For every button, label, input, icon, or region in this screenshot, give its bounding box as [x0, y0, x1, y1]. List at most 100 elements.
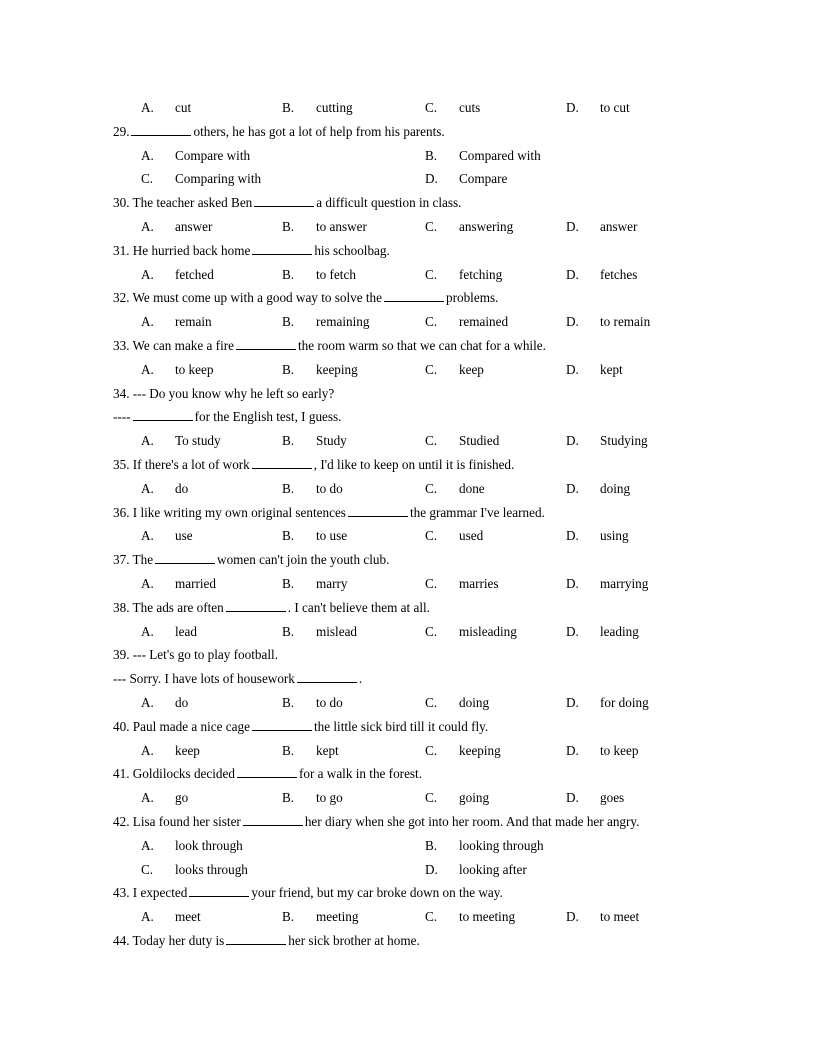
answer-blank[interactable]: [225, 598, 286, 612]
option-b[interactable]: B. to answer: [282, 215, 367, 239]
option-b[interactable]: B. remaining: [282, 310, 369, 334]
answer-blank[interactable]: [347, 503, 408, 517]
option-c[interactable]: C. going: [425, 786, 489, 810]
option-a[interactable]: A. Compare with: [141, 144, 250, 168]
option-d[interactable]: D. Compare: [425, 167, 507, 191]
option-d[interactable]: D. Studying: [566, 429, 648, 453]
option-b[interactable]: B. meeting: [282, 905, 358, 929]
answer-blank[interactable]: [251, 717, 312, 731]
option-a[interactable]: A. fetched: [141, 263, 214, 287]
option-c[interactable]: C. used: [425, 524, 483, 548]
answer-blank[interactable]: [236, 336, 296, 350]
answer-blank[interactable]: [236, 765, 297, 779]
answer-blank[interactable]: [296, 670, 357, 684]
option-d[interactable]: D. to cut: [566, 96, 630, 120]
option-a[interactable]: A. To study: [141, 429, 221, 453]
option-d[interactable]: D. kept: [566, 358, 623, 382]
option-b-label: B.: [282, 433, 295, 449]
answer-blank[interactable]: [254, 194, 315, 208]
option-c[interactable]: C. answering: [425, 215, 513, 239]
option-b-label: B.: [425, 147, 438, 163]
answer-blank[interactable]: [189, 884, 250, 898]
option-a[interactable]: A. meet: [141, 905, 201, 929]
option-b[interactable]: B. Study: [282, 429, 347, 453]
option-c[interactable]: C. done: [425, 477, 485, 501]
option-b[interactable]: B. kept: [282, 739, 339, 763]
answer-blank[interactable]: [132, 408, 193, 422]
option-a-text: meet: [175, 909, 201, 925]
option-a[interactable]: A. go: [141, 786, 188, 810]
option-a[interactable]: A. cut: [141, 96, 191, 120]
option-b-label: B.: [425, 837, 438, 853]
option-d[interactable]: D. doing: [566, 477, 630, 501]
answer-blank[interactable]: [251, 455, 312, 469]
option-a[interactable]: A. married: [141, 572, 216, 596]
option-a[interactable]: A. use: [141, 524, 193, 548]
option-b-text: mislead: [316, 623, 358, 639]
option-a[interactable]: A. to keep: [141, 358, 213, 382]
option-d[interactable]: D. answer: [566, 215, 637, 239]
option-a-text: lead: [175, 623, 197, 639]
option-a[interactable]: A. do: [141, 477, 188, 501]
option-d[interactable]: D. fetches: [566, 263, 637, 287]
answer-blank[interactable]: [226, 931, 287, 945]
option-b[interactable]: B. to fetch: [282, 263, 356, 287]
option-c-text: fetching: [459, 266, 503, 282]
option-c[interactable]: C. doing: [425, 691, 489, 715]
option-c[interactable]: C. keep: [425, 358, 484, 382]
option-d[interactable]: D. for doing: [566, 691, 649, 715]
option-b[interactable]: B. marry: [282, 572, 348, 596]
option-d[interactable]: D. to remain: [566, 310, 650, 334]
option-b[interactable]: B. to do: [282, 691, 343, 715]
option-d[interactable]: D. marrying: [566, 572, 648, 596]
option-a[interactable]: A. lead: [141, 620, 197, 644]
option-d[interactable]: D. leading: [566, 620, 639, 644]
question-stem: 30. The teacher asked Ben a difficult que…: [113, 191, 707, 215]
option-b[interactable]: B. to use: [282, 524, 347, 548]
option-a[interactable]: A. look through: [141, 834, 243, 858]
option-b[interactable]: B. to do: [282, 477, 343, 501]
answer-blank[interactable]: [155, 551, 216, 565]
option-a[interactable]: A. keep: [141, 739, 200, 763]
option-c[interactable]: C. Studied: [425, 429, 499, 453]
answer-blank[interactable]: [242, 812, 303, 826]
option-a-label: A.: [141, 433, 154, 449]
option-d[interactable]: D. to meet: [566, 905, 639, 929]
option-b[interactable]: B. Compared with: [425, 144, 541, 168]
option-c[interactable]: C. keeping: [425, 739, 501, 763]
option-c[interactable]: C. Comparing with: [141, 167, 261, 191]
option-c[interactable]: C. marries: [425, 572, 499, 596]
answer-blank[interactable]: [384, 289, 444, 303]
option-a[interactable]: A. answer: [141, 215, 212, 239]
question-stem: 29. others, he has got a lot of help from…: [113, 120, 707, 144]
option-d-label: D.: [566, 218, 579, 234]
option-c-text: marries: [459, 575, 499, 591]
option-c[interactable]: C. remained: [425, 310, 508, 334]
option-b[interactable]: B. to go: [282, 786, 343, 810]
option-a-text: do: [175, 694, 189, 710]
option-a[interactable]: A. remain: [141, 310, 212, 334]
option-c[interactable]: C. looks through: [141, 858, 248, 882]
question-stem-pre: 29.: [113, 123, 130, 139]
option-d[interactable]: D. to keep: [566, 739, 638, 763]
option-c-text: used: [459, 528, 484, 544]
option-c[interactable]: C. misleading: [425, 620, 517, 644]
option-a-text: do: [175, 480, 189, 496]
option-d[interactable]: D. looking after: [425, 858, 527, 882]
options-row: A. go B. to go C. going D. goes: [113, 786, 707, 810]
answer-blank[interactable]: [131, 122, 192, 136]
options-row: A. keep B. kept C. keeping D. to keep: [113, 739, 707, 763]
option-c[interactable]: C. fetching: [425, 263, 502, 287]
option-b[interactable]: B. mislead: [282, 620, 357, 644]
option-b[interactable]: B. cutting: [282, 96, 353, 120]
option-b[interactable]: B. looking through: [425, 834, 544, 858]
option-b[interactable]: B. keeping: [282, 358, 358, 382]
option-d[interactable]: D. using: [566, 524, 629, 548]
option-c-label: C.: [425, 100, 438, 115]
option-c[interactable]: C. cuts: [425, 96, 480, 120]
reply-post: for the English test, I guess.: [194, 409, 342, 425]
option-c[interactable]: C. to meeting: [425, 905, 515, 929]
option-d[interactable]: D. goes: [566, 786, 624, 810]
option-a[interactable]: A. do: [141, 691, 188, 715]
answer-blank[interactable]: [252, 241, 313, 255]
